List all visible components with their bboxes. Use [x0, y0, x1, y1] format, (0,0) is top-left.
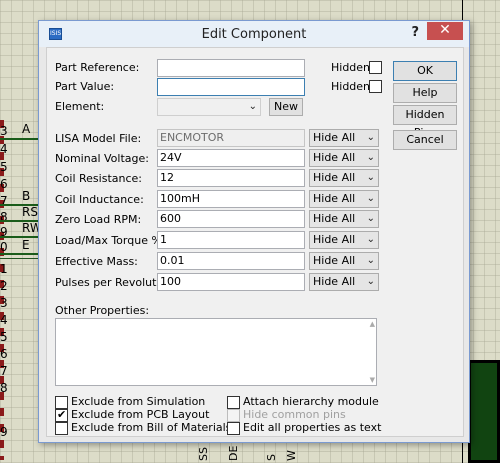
field-label: LISA Model File:: [55, 132, 142, 145]
coil-resistance-input[interactable]: 12: [157, 169, 305, 187]
field-label: Effective Mass:: [55, 255, 138, 268]
pulses-per-revolution-visibility-select[interactable]: Hide All ⌄: [309, 273, 379, 291]
pin-number: 1: [0, 262, 8, 276]
select-value: Hide All: [313, 131, 356, 144]
part-value-hidden-checkbox[interactable]: [369, 80, 382, 93]
pin-number: 3: [0, 296, 8, 310]
hide-common-pins-checkbox: [227, 409, 240, 422]
field-label: Load/Max Torque %: [55, 234, 162, 247]
effective-mass-visibility-select[interactable]: Hide All ⌄: [309, 252, 379, 270]
pin-number: 4: [0, 313, 8, 327]
schematic-chip: [468, 360, 500, 463]
select-value: Hide All: [313, 171, 356, 184]
schematic-text: S: [265, 454, 278, 461]
field-label: Zero Load RPM:: [55, 213, 142, 226]
field-label: Coil Resistance:: [55, 172, 143, 185]
coil-inductance-visibility-select[interactable]: Hide All ⌄: [309, 190, 379, 208]
attach-hierarchy-checkbox[interactable]: [227, 396, 240, 409]
select-value: Hide All: [313, 151, 356, 164]
lisa-model-file-visibility-select[interactable]: Hide All ⌄: [309, 129, 379, 147]
exclude-pcb-layout-label: Exclude from PCB Layout: [71, 408, 210, 421]
chevron-down-icon: ⌄: [366, 234, 375, 245]
pin-number: 0: [0, 240, 8, 254]
schematic-text: W: [285, 450, 298, 461]
ok-button[interactable]: OK: [393, 61, 457, 81]
coil-resistance-visibility-select[interactable]: Hide All ⌄: [309, 169, 379, 187]
part-value-hidden-label: Hidden:: [331, 80, 374, 93]
select-value: Hide All: [313, 275, 356, 288]
other-properties-textarea[interactable]: ▲ ▼: [55, 318, 377, 386]
pin-number: 7: [0, 364, 8, 378]
pin-number: 9: [0, 425, 8, 439]
pin-label: B: [22, 189, 31, 203]
scroll-up-icon[interactable]: ▲: [370, 320, 375, 328]
edit-as-text-checkbox[interactable]: [227, 422, 240, 435]
dialog-title: Edit Component: [201, 27, 307, 42]
help-icon[interactable]: ?: [411, 25, 419, 40]
pin-number: 6: [0, 347, 8, 361]
chevron-down-icon: ⌄: [248, 101, 257, 112]
edit-as-text-label: Edit all properties as text: [243, 421, 382, 434]
scroll-down-icon[interactable]: ▼: [370, 376, 375, 384]
edit-component-dialog: ISIS Edit Component ? ✕ Part Reference: …: [38, 20, 470, 443]
nominal-voltage-input[interactable]: 24V: [157, 149, 305, 167]
pin-number: 3: [0, 124, 8, 138]
part-reference-hidden-label: Hidden:: [331, 61, 374, 74]
field-label: Coil Inductance:: [55, 193, 144, 206]
pin-number: 8: [0, 381, 8, 395]
nominal-voltage-visibility-select[interactable]: Hide All ⌄: [309, 149, 379, 167]
select-value: Hide All: [313, 192, 356, 205]
effective-mass-input[interactable]: 0.01: [157, 252, 305, 270]
pulses-per-revolution-input[interactable]: 100: [157, 273, 305, 291]
schematic-text: SS: [197, 447, 210, 461]
help-button[interactable]: Help: [393, 83, 457, 103]
pin-number: 6: [0, 177, 8, 191]
zero-load-rpm-visibility-select[interactable]: Hide All ⌄: [309, 210, 379, 228]
chevron-down-icon: ⌄: [366, 213, 375, 224]
chevron-down-icon: ⌄: [366, 276, 375, 287]
pin-label: RS: [22, 205, 38, 219]
pin-number: 5: [0, 160, 8, 174]
part-reference-hidden-checkbox[interactable]: [369, 61, 382, 74]
part-value-label: Part Value:: [55, 80, 115, 93]
coil-inductance-input[interactable]: 100mH: [157, 190, 305, 208]
exclude-pcb-layout-checkbox[interactable]: [55, 408, 68, 422]
exclude-simulation-label: Exclude from Simulation: [71, 395, 206, 408]
pin-number: 4: [0, 142, 8, 156]
exclude-bom-label: Exclude from Bill of Materials: [71, 421, 232, 434]
element-label: Element:: [55, 100, 105, 113]
pin-label: E: [22, 238, 30, 252]
lisa-model-file-input: ENCMOTOR: [157, 129, 305, 147]
part-reference-label: Part Reference:: [55, 61, 140, 74]
chevron-down-icon: ⌄: [366, 152, 375, 163]
part-value-input[interactable]: [157, 78, 305, 96]
element-select[interactable]: ⌄: [157, 98, 261, 116]
pin-number: 5: [0, 330, 8, 344]
select-value: Hide All: [313, 212, 356, 225]
exclude-bom-checkbox[interactable]: [55, 422, 68, 435]
zero-load-rpm-input[interactable]: 600: [157, 210, 305, 228]
field-label: Nominal Voltage:: [55, 152, 149, 165]
new-element-button[interactable]: New: [269, 98, 303, 116]
hidden-pins-button[interactable]: Hidden Pins: [393, 105, 457, 139]
load-max-torque-input[interactable]: 1: [157, 231, 305, 249]
schematic-text: DE: [227, 445, 240, 461]
select-value: Hide All: [313, 254, 356, 267]
dialog-body: Part Reference: Hidden: Part Value: Hidd…: [46, 47, 464, 437]
select-value: Hide All: [313, 233, 356, 246]
hide-common-pins-label: Hide common pins: [243, 408, 346, 421]
chevron-down-icon: ⌄: [366, 193, 375, 204]
chevron-down-icon: ⌄: [366, 255, 375, 266]
chevron-down-icon: ⌄: [366, 172, 375, 183]
title-bar[interactable]: ISIS Edit Component ? ✕: [39, 21, 469, 47]
close-icon[interactable]: ✕: [427, 22, 463, 40]
pin-label: A: [22, 122, 31, 136]
part-reference-input[interactable]: [157, 59, 305, 77]
load-max-torque-visibility-select[interactable]: Hide All ⌄: [309, 231, 379, 249]
other-properties-label: Other Properties:: [55, 304, 150, 317]
cancel-button[interactable]: Cancel: [393, 130, 457, 150]
pin-number: 2: [0, 279, 8, 293]
attach-hierarchy-label: Attach hierarchy module: [243, 395, 379, 408]
chevron-down-icon: ⌄: [366, 132, 375, 143]
